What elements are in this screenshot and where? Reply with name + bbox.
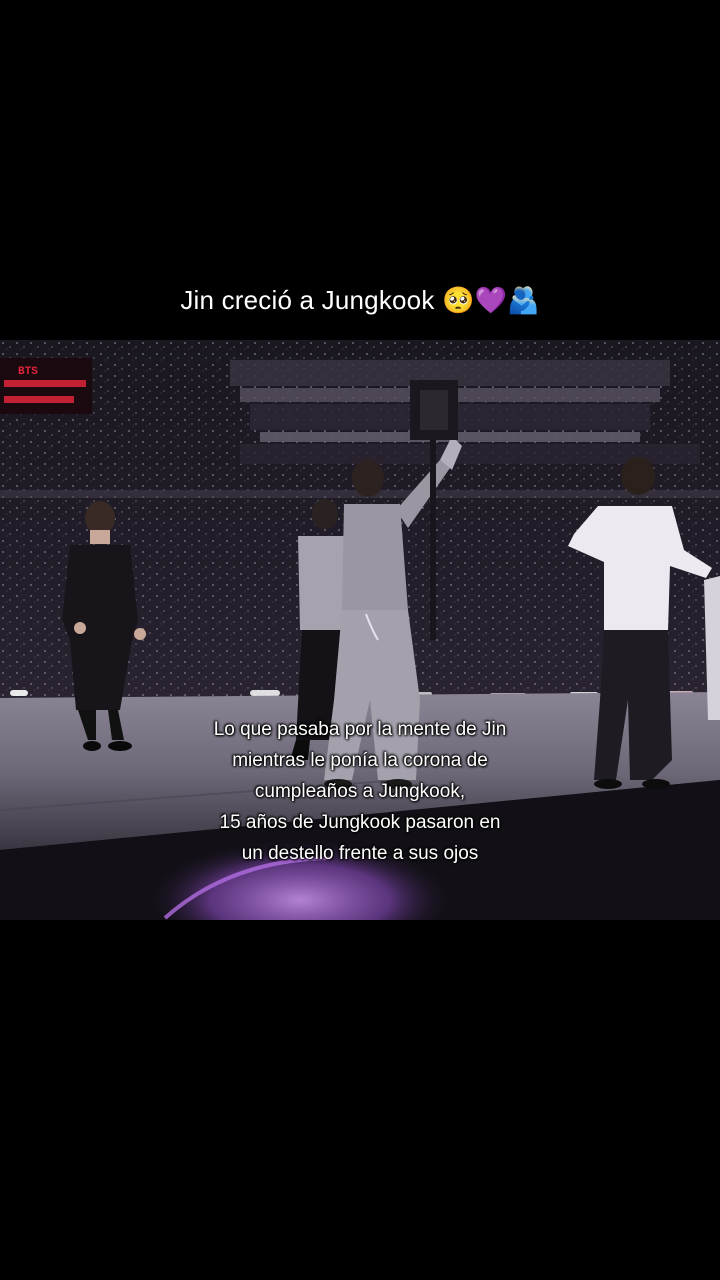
caption-line: 15 años de Jungkook pasaron en bbox=[219, 812, 501, 833]
screen-text: BTS bbox=[18, 366, 38, 378]
video-caption: Lo que pasaba por la mente de Jin mientr… bbox=[110, 714, 610, 869]
caption-line: un destello frente a sus ojos bbox=[241, 843, 479, 864]
caption-line: mientras le ponía la corona de bbox=[232, 750, 488, 771]
empty-bottom-area bbox=[0, 920, 720, 1280]
video-frame[interactable]: BTS Lo que pasaba por la mente de Jin mi… bbox=[0, 340, 720, 920]
stadium-screen: BTS bbox=[0, 358, 92, 414]
caption-line: Lo que pasaba por la mente de Jin bbox=[213, 719, 507, 740]
post-title: Jin creció a Jungkook 🥺💜🫂 bbox=[180, 285, 540, 315]
caption-line: cumpleaños a Jungkook, bbox=[254, 781, 466, 802]
